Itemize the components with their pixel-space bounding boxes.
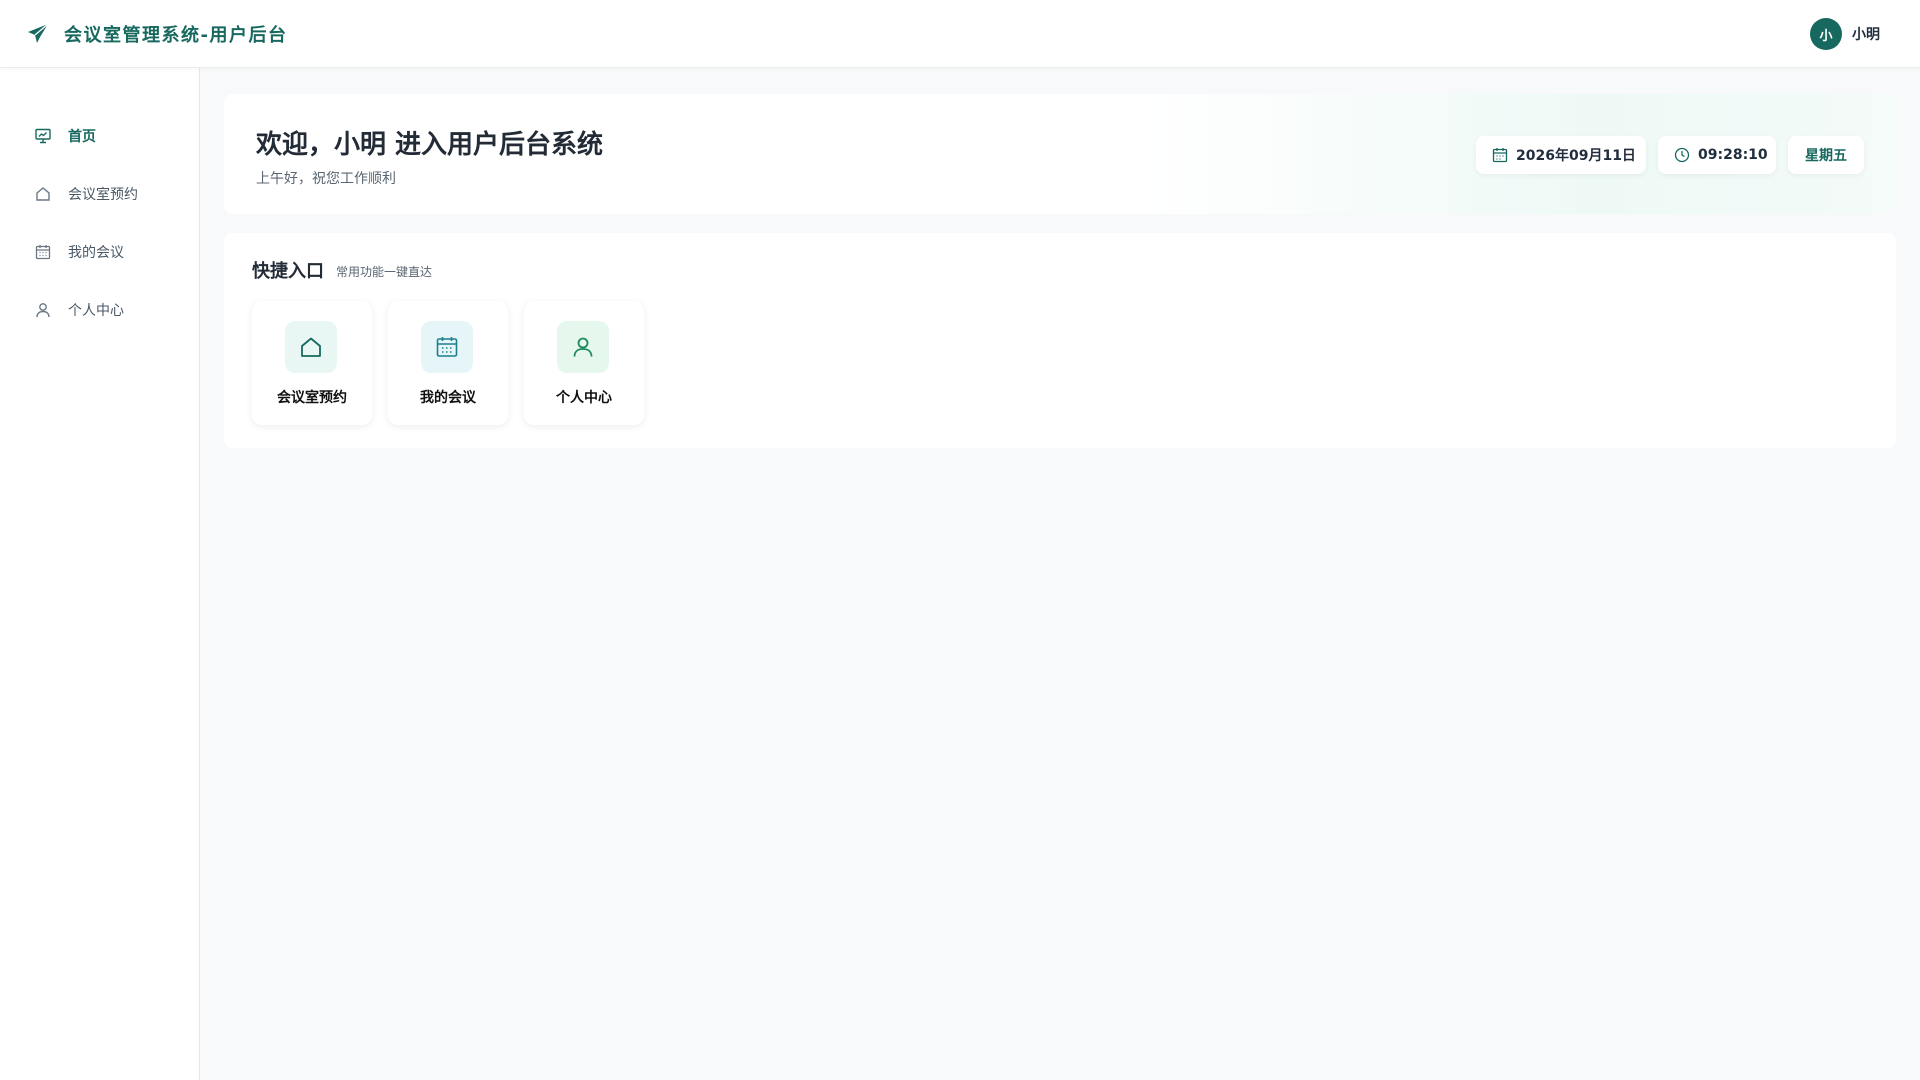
sidebar: 首页 会议室预约 我的会议 个人中心	[0, 68, 200, 1080]
quick-card-room-booking[interactable]: 会议室预约	[252, 301, 372, 425]
clock-icon	[1674, 147, 1690, 163]
weekday-text: 星期五	[1805, 148, 1847, 164]
quick-access-subtitle: 常用功能一键直达	[336, 265, 433, 279]
home-icon	[34, 185, 52, 203]
quick-card-label: 会议室预约	[277, 390, 347, 406]
sidebar-item-label: 我的会议	[68, 245, 124, 261]
weekday-chip: 星期五	[1788, 136, 1864, 174]
user-icon	[557, 321, 609, 373]
calendar-icon	[1492, 147, 1508, 163]
avatar[interactable]: 小	[1810, 18, 1842, 50]
sidebar-item-label: 首页	[68, 129, 96, 145]
presentation-chart-icon	[34, 127, 52, 145]
welcome-banner: 欢迎，小明 进入用户后台系统 上午好，祝您工作顺利 2026年09月11日 09…	[224, 94, 1896, 214]
sidebar-item-label: 个人中心	[68, 303, 124, 319]
brand[interactable]: 会议室管理系统-用户后台	[26, 21, 287, 47]
quick-card-my-meetings[interactable]: 我的会议	[388, 301, 508, 425]
quick-access-title: 快捷入口	[252, 261, 324, 282]
time-text: 09:28:10	[1698, 147, 1768, 163]
app-title: 会议室管理系统-用户后台	[64, 24, 288, 46]
quick-card-profile[interactable]: 个人中心	[524, 301, 644, 425]
quick-card-label: 个人中心	[556, 390, 612, 406]
calendar-icon	[34, 243, 52, 261]
sidebar-item-room-booking[interactable]: 会议室预约	[0, 174, 199, 214]
quick-access-panel: 快捷入口 常用功能一键直达 会议室预约 我的会议 个人中心	[224, 233, 1896, 448]
user-menu[interactable]: 小 小明	[1810, 18, 1880, 50]
home-icon	[285, 321, 337, 373]
welcome-subtitle: 上午好，祝您工作顺利	[256, 171, 396, 187]
top-bar: 会议室管理系统-用户后台 小 小明	[0, 0, 1920, 68]
sidebar-item-my-meetings[interactable]: 我的会议	[0, 232, 199, 272]
welcome-title: 欢迎，小明 进入用户后台系统	[256, 130, 604, 160]
sidebar-item-label: 会议室预约	[68, 187, 138, 203]
user-name[interactable]: 小明	[1852, 24, 1880, 44]
paper-plane-icon	[26, 22, 50, 46]
date-text: 2026年09月11日	[1516, 148, 1636, 164]
sidebar-item-profile[interactable]: 个人中心	[0, 290, 199, 330]
sidebar-item-home[interactable]: 首页	[0, 116, 199, 156]
quick-card-label: 我的会议	[420, 390, 476, 406]
user-icon	[34, 301, 52, 319]
time-chip: 09:28:10	[1658, 136, 1776, 174]
calendar-icon	[421, 321, 473, 373]
date-chip: 2026年09月11日	[1476, 136, 1646, 174]
